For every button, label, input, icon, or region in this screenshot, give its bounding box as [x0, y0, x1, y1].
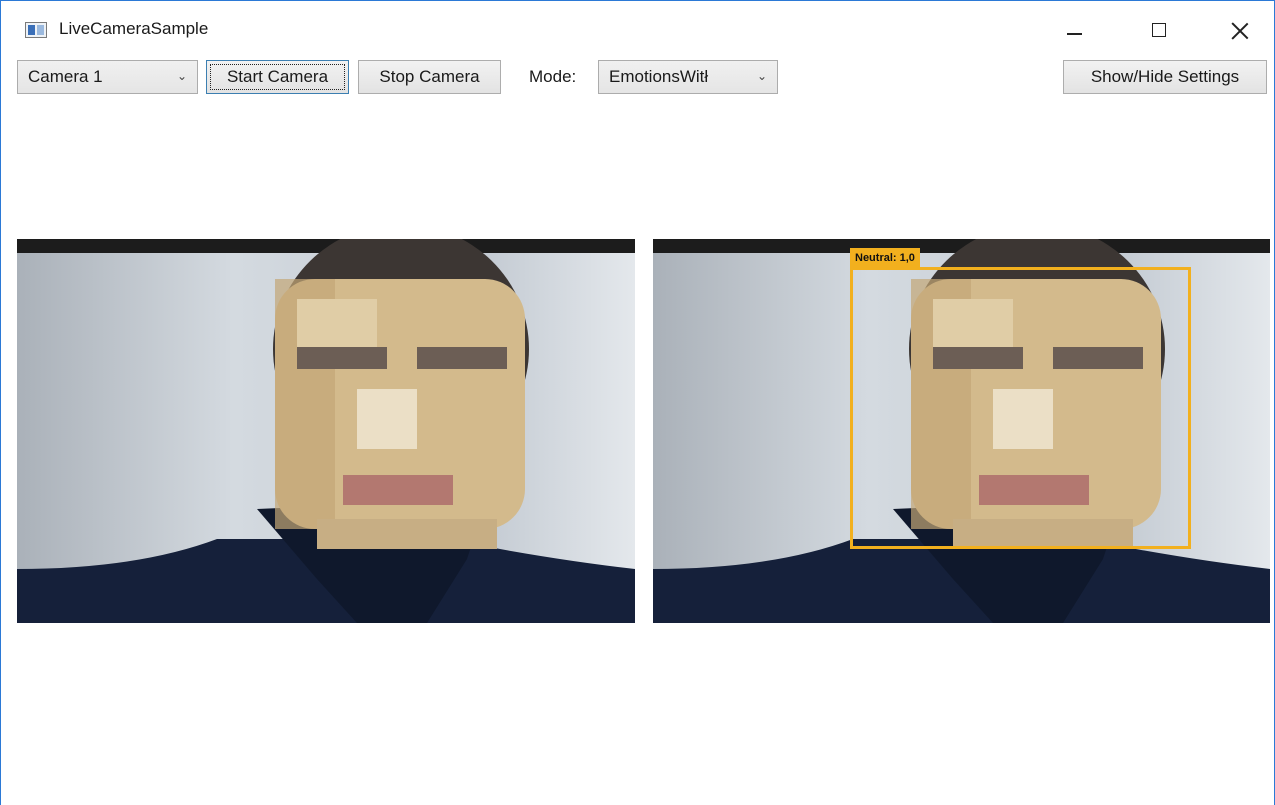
mode-select[interactable]: EmotionsWitł ⌄	[598, 60, 778, 94]
focus-rectangle	[210, 64, 345, 90]
app-window-icon	[25, 22, 47, 38]
stop-camera-label: Stop Camera	[379, 67, 480, 86]
camera-select[interactable]: Camera 1 ⌄	[17, 60, 198, 94]
chevron-down-icon: ⌄	[176, 69, 187, 83]
camera-image	[17, 239, 635, 623]
mode-select-value: EmotionsWitł	[609, 67, 709, 86]
mode-label: Mode:	[529, 67, 577, 86]
app-window: LiveCameraSample Camera 1 ⌄ Start Camera…	[0, 0, 1275, 805]
close-icon	[1231, 22, 1248, 39]
chevron-down-icon: ⌄	[756, 69, 767, 83]
close-button[interactable]	[1216, 15, 1262, 45]
face-detection-box	[850, 267, 1191, 549]
emotion-label: Neutral: 1,0	[850, 248, 920, 268]
show-hide-settings-label: Show/Hide Settings	[1090, 67, 1240, 86]
start-camera-button[interactable]: Start Camera	[206, 60, 349, 94]
minimize-icon	[1066, 33, 1082, 35]
window-title: LiveCameraSample	[59, 19, 209, 38]
camera-select-value: Camera 1	[28, 67, 103, 86]
camera-feed-left	[17, 239, 635, 623]
title-bar[interactable]: LiveCameraSample	[1, 1, 1274, 47]
maximize-button[interactable]	[1136, 15, 1182, 45]
minimize-button[interactable]	[1051, 15, 1097, 45]
stop-camera-button[interactable]: Stop Camera	[358, 60, 501, 94]
camera-feed-right: Neutral: 1,0	[653, 239, 1270, 623]
show-hide-settings-button[interactable]: Show/Hide Settings	[1063, 60, 1267, 94]
maximize-icon	[1152, 23, 1166, 37]
